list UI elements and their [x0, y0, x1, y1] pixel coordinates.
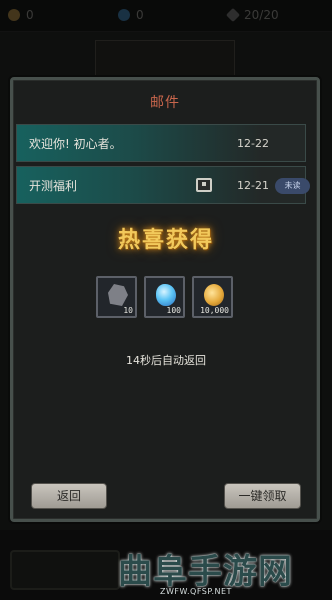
mail-item[interactable]: 欢迎你! 初心者。 12-22	[16, 124, 306, 162]
coin-icon	[204, 284, 224, 306]
ore-icon	[108, 284, 128, 306]
reward-qty: 100	[166, 306, 181, 315]
claim-all-button[interactable]: 一键领取	[224, 483, 301, 509]
mail-panel-title: 邮件	[150, 95, 180, 111]
watermark-logo: 曲阜手游网	[118, 552, 293, 592]
crystal-icon	[156, 284, 176, 306]
reward-item[interactable]: 100	[144, 276, 185, 318]
mail-item-date: 12-22	[237, 136, 269, 150]
mail-item-title: 开测福利	[29, 178, 78, 193]
reward-qty: 10,000	[200, 306, 229, 315]
attachment-icon	[196, 178, 212, 192]
reward-item[interactable]: 10,000	[192, 276, 233, 318]
back-button[interactable]: 返回	[31, 483, 107, 509]
mail-item[interactable]: 开测福利 12-21 未读	[16, 166, 310, 204]
reward-qty: 10	[123, 306, 133, 315]
reward-items: 10 100 10,000	[96, 276, 236, 318]
mail-item-title: 欢迎你! 初心者。	[29, 136, 122, 151]
watermark-url: ZWFW.QFSP.NET	[160, 587, 232, 596]
unread-badge: 未读	[275, 178, 310, 194]
mail-item-date: 12-21	[237, 178, 269, 192]
auto-return-countdown: 14秒后自动返回	[126, 354, 206, 367]
reward-item[interactable]: 10	[96, 276, 137, 318]
reward-heading: 热喜获得	[117, 228, 214, 253]
